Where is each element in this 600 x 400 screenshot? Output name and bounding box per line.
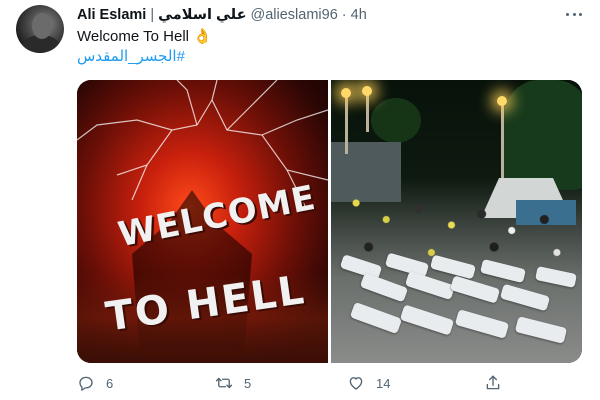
share-icon xyxy=(486,375,500,390)
light-pole xyxy=(345,94,348,154)
media-image-crowd-scene[interactable] xyxy=(331,80,582,363)
tweet[interactable]: Ali Eslami | علي اسلامي @alieslami96 · 4… xyxy=(0,0,600,400)
hashtag-link[interactable]: #الجسر_المقدس xyxy=(77,47,185,65)
heart-icon xyxy=(349,377,363,390)
meta-dot: · xyxy=(341,7,347,23)
tweet-text: Welcome To Hell 👌 xyxy=(77,27,212,45)
avatar-face xyxy=(32,13,52,39)
more-dot xyxy=(566,12,569,16)
like-count: 14 xyxy=(376,375,391,391)
share-button[interactable] xyxy=(484,371,502,395)
covered-body xyxy=(454,309,510,339)
covered-body xyxy=(359,272,409,303)
reply-icon xyxy=(79,376,93,391)
retweet-icon xyxy=(215,377,233,389)
more-dot xyxy=(572,12,576,16)
like-button[interactable]: 14 xyxy=(347,371,390,395)
street-lamp xyxy=(341,88,351,98)
covered-body xyxy=(429,254,477,280)
display-name[interactable]: Ali Eslami xyxy=(77,7,146,23)
covered-body xyxy=(479,258,527,284)
media-image-welcome-to-hell[interactable]: WELCOME TO HELL xyxy=(77,80,328,363)
name-separator: | xyxy=(150,7,155,23)
retweet-button[interactable]: 5 xyxy=(215,371,251,395)
covered-body xyxy=(404,270,456,301)
avatar[interactable] xyxy=(16,5,64,53)
tweet-actions: 6 5 14 xyxy=(77,371,587,395)
tweet-header: Ali Eslami | علي اسلامي @alieslami96 · 4… xyxy=(77,5,367,25)
street-lamp xyxy=(497,96,507,106)
covered-body xyxy=(514,316,568,344)
covered-body xyxy=(384,252,430,278)
covered-body xyxy=(399,304,455,336)
street-lamp xyxy=(362,86,372,96)
user-handle[interactable]: @alieslami96 xyxy=(251,7,338,23)
covered-body xyxy=(534,265,578,289)
retweet-count: 5 xyxy=(244,375,252,391)
more-dot xyxy=(579,12,582,16)
timestamp[interactable]: 4h xyxy=(351,7,367,23)
media-grid: WELCOME TO HELL xyxy=(77,80,582,363)
reply-button[interactable]: 6 xyxy=(77,371,113,395)
more-options-icon[interactable] xyxy=(562,6,586,22)
light-pole xyxy=(366,92,369,132)
covered-bodies xyxy=(331,250,582,363)
trees xyxy=(371,98,421,143)
reply-count: 6 xyxy=(106,375,114,391)
covered-body xyxy=(349,301,403,335)
tweet-text-content: Welcome To Hell xyxy=(77,28,189,45)
covered-body xyxy=(499,283,551,312)
covered-body xyxy=(449,275,501,304)
display-name-arabic[interactable]: علي اسلامي xyxy=(158,7,246,23)
ok-hand-emoji: 👌 xyxy=(193,28,212,45)
